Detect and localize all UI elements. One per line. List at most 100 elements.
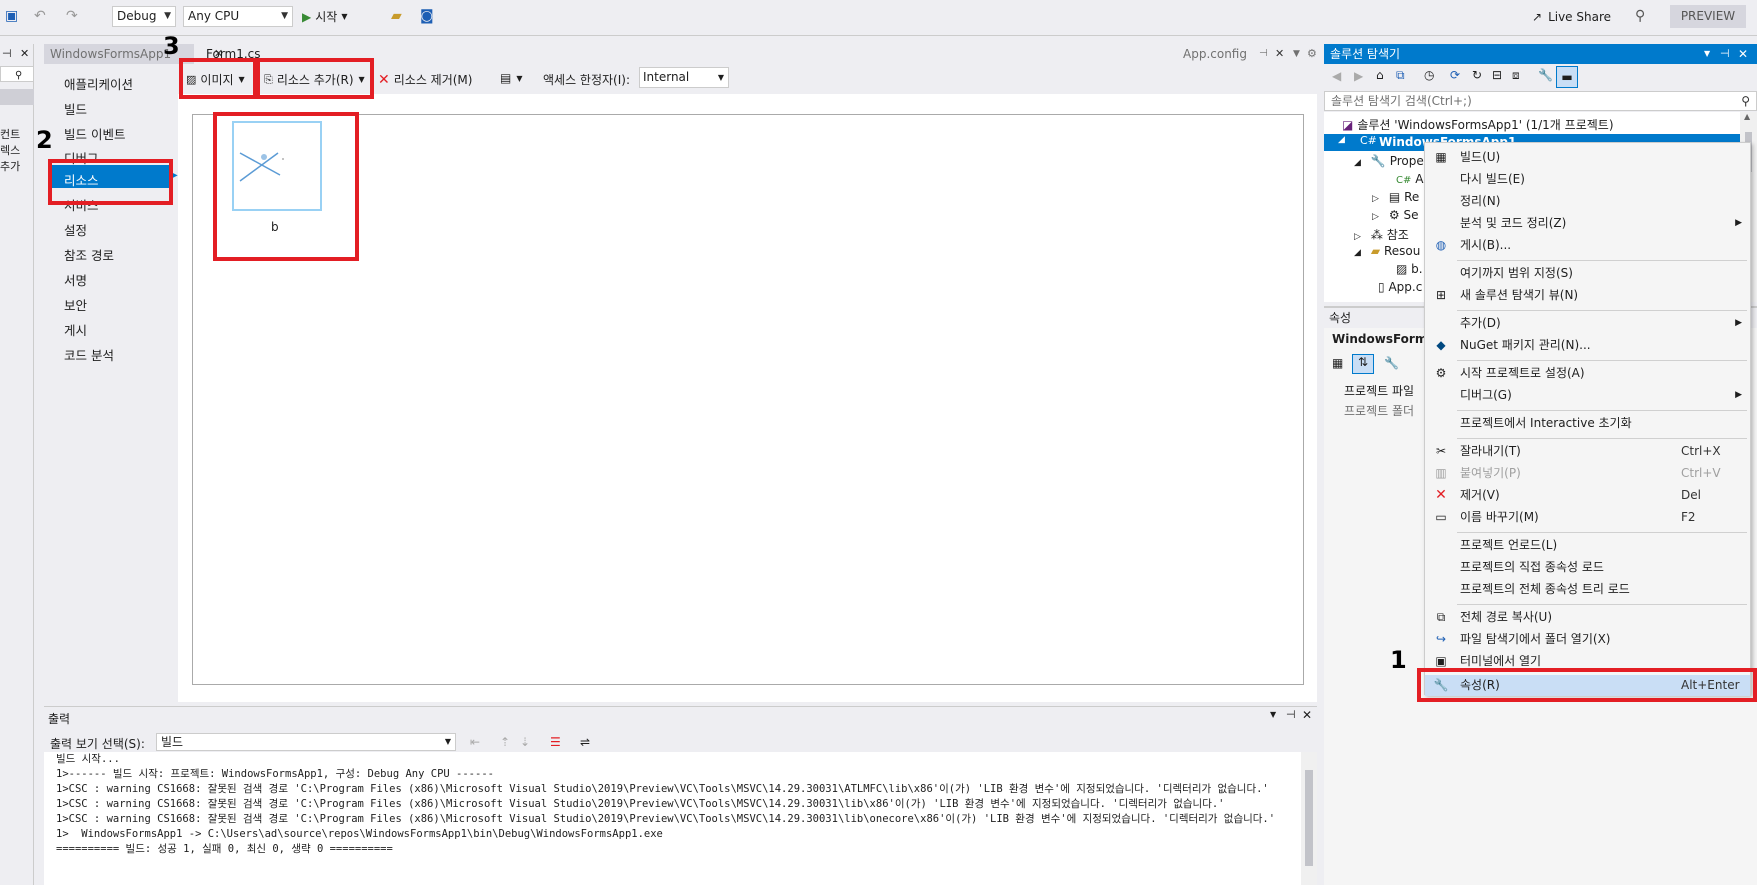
toolbox-item[interactable] (0, 89, 34, 105)
property-project-file[interactable]: 프로젝트 파일 (1344, 382, 1414, 399)
tree-assemblyinfo-node[interactable]: C# A (1396, 172, 1423, 186)
remove-resource-button[interactable]: ✕ 리소스 제거(M) (378, 71, 472, 88)
menu-label: 여기까지 범위 지정(S) (1460, 266, 1573, 280)
screenshot-icon[interactable]: ◙ (420, 8, 434, 24)
menu-item-publish[interactable]: ◍ 게시(B)... (1425, 235, 1750, 256)
access-modifier-select[interactable]: Internal ▼ (639, 67, 729, 88)
output-source-select[interactable]: 빌드 ▼ (156, 733, 456, 751)
gear-icon[interactable]: ⚙ (1307, 44, 1317, 64)
refresh-icon[interactable]: ↻ (1472, 68, 1482, 82)
start-button[interactable]: ▶ 시작 ▼ (302, 8, 347, 25)
tree-settings-node[interactable]: ▷ ⚙ Se (1372, 208, 1419, 222)
delete-icon: ✕ (378, 71, 390, 88)
gear-icon: ⚙ (1388, 208, 1400, 222)
tree-references-node[interactable]: ▷ ⁂ 참조 (1354, 226, 1409, 243)
forward-icon[interactable]: ▶ (1354, 69, 1363, 83)
menu-item-new-view[interactable]: ⊞ 새 솔루션 탐색기 뷰(N) (1425, 285, 1750, 306)
menu-item-rename[interactable]: ▭ 이름 바꾸기(M) F2 (1425, 507, 1750, 528)
tree-appconfig-file[interactable]: ▯ App.c (1378, 280, 1422, 294)
tree-solution-node[interactable]: ◪ 솔루션 'WindowsFormsApp1' (1/1개 프로젝트) (1342, 116, 1614, 133)
tab-app-config[interactable]: App.config ⊣ ✕ ▼ ⚙ (1177, 44, 1317, 64)
solution-search-input[interactable]: 솔루션 탐색기 검색(Ctrl+;) ⚲ (1324, 91, 1757, 111)
tree-properties-node[interactable]: ◢ 🔧 Prope (1354, 154, 1424, 168)
switch-views-icon[interactable]: ⧉ (1396, 68, 1405, 83)
feedback-icon[interactable]: ⚲ (1635, 8, 1645, 24)
redo-icon[interactable]: ↷ (66, 8, 78, 24)
output-text[interactable]: 빌드 시작... 1>------ 빌드 시작: 프로젝트: WindowsFor… (44, 752, 1301, 885)
menu-item-clean[interactable]: 정리(N) (1425, 191, 1750, 212)
expanded-icon: ◢ (1338, 135, 1345, 145)
clear-all-icon[interactable]: ☰ (550, 735, 561, 749)
menu-item-load-all-deps[interactable]: 프로젝트의 전체 종속성 트리 로드 (1425, 579, 1750, 600)
property-project-folder[interactable]: 프로젝트 폴더 (1344, 402, 1414, 419)
menu-item-copy-path[interactable]: ⧉ 전체 경로 복사(U) (1425, 607, 1750, 628)
scissors-icon: ✂ (1435, 444, 1447, 458)
pin-icon[interactable]: ⊣ (1259, 44, 1268, 64)
back-icon[interactable]: ◀ (1332, 69, 1341, 83)
pin-icon[interactable]: ⊣ (2, 47, 12, 60)
home-icon[interactable]: ⌂ (1376, 68, 1384, 82)
nav-item-code-analysis[interactable]: 코드 분석 (64, 345, 114, 364)
menu-item-rebuild[interactable]: 다시 빌드(E) (1425, 169, 1750, 190)
live-share-button[interactable]: ↗ Live Share (1532, 10, 1611, 24)
tree-resources-folder[interactable]: ◢ ▰ Resou (1354, 244, 1420, 258)
nav-item-reference-paths[interactable]: 참조 경로 (64, 245, 114, 264)
menu-item-remove[interactable]: ✕ 제거(V) Del (1425, 485, 1750, 506)
sync-icon[interactable]: ⟳ (1450, 68, 1460, 82)
undo-icon[interactable]: ↶ (34, 8, 46, 24)
save-all-icon[interactable]: ▣ (5, 8, 18, 24)
nav-item-application[interactable]: 애플리케이션 (64, 74, 133, 93)
config-select[interactable]: Debug ▼ (112, 6, 176, 27)
chevron-down-icon[interactable]: ▼ (1293, 44, 1300, 64)
menu-item-scope-to-this[interactable]: 여기까지 범위 지정(S) (1425, 263, 1750, 284)
toolbox-search[interactable]: ⚲ (0, 66, 34, 82)
word-wrap-icon[interactable]: ⇌ (580, 735, 590, 749)
menu-item-unload[interactable]: 프로젝트 언로드(L) (1425, 535, 1750, 556)
menu-item-interactive[interactable]: 프로젝트에서 Interactive 초기화 (1425, 413, 1750, 434)
pin-icon[interactable]: ⊣ (1720, 44, 1730, 64)
close-icon[interactable]: ✕ (1275, 44, 1284, 64)
output-scrollbar[interactable] (1301, 752, 1317, 885)
tree-resources-node[interactable]: ▷ ▤ Re (1372, 190, 1419, 204)
preview-selected-button[interactable]: ▬ (1556, 66, 1578, 88)
categorized-icon[interactable]: ▦ (1332, 356, 1343, 370)
menu-item-nuget[interactable]: ◆ NuGet 패키지 관리(N)... (1425, 335, 1750, 356)
menu-item-open-in-explorer[interactable]: ↪ 파일 탐색기에서 폴더 열기(X) (1425, 629, 1750, 650)
pin-icon[interactable]: ⊣ (1286, 708, 1296, 721)
nav-item-build[interactable]: 빌드 (64, 99, 87, 118)
menu-item-debug[interactable]: 디버그(G) ▶ (1425, 385, 1750, 406)
menu-item-build[interactable]: ▦ 빌드(U) (1425, 147, 1750, 168)
alphabetical-button[interactable]: ⇅ (1352, 354, 1374, 374)
menu-item-load-direct-deps[interactable]: 프로젝트의 직접 종속성 로드 (1425, 557, 1750, 578)
menu-item-add[interactable]: 추가(D) ▶ (1425, 313, 1750, 334)
gear-icon: ⚙ (1435, 366, 1447, 380)
close-icon[interactable]: ✕ (1302, 708, 1312, 722)
show-all-files-icon[interactable]: ⧈ (1512, 68, 1520, 83)
menu-item-analyze[interactable]: 분석 및 코드 정리(Z) ▶ (1425, 213, 1750, 234)
chevron-down-icon[interactable]: ▼ (1704, 44, 1710, 64)
wrench-icon[interactable]: 🔧 (1538, 68, 1553, 82)
tree-image-file[interactable]: ▨ b. (1396, 262, 1423, 276)
view-button[interactable]: ▤ ▼ (500, 71, 523, 85)
resource-file-icon: ▤ (1388, 190, 1401, 204)
prev-message-icon[interactable]: ⇡ (500, 735, 510, 749)
close-icon[interactable]: ✕ (1738, 44, 1748, 64)
nav-item-settings[interactable]: 설정 (64, 220, 87, 239)
folder-open-icon: ↪ (1435, 632, 1447, 646)
find-message-icon[interactable]: ⇤ (470, 735, 480, 749)
nav-item-signing[interactable]: 서명 (64, 270, 87, 289)
collapse-all-icon[interactable]: ⊟ (1492, 68, 1502, 82)
folder-icon[interactable]: ▰ (391, 8, 402, 24)
menu-item-paste[interactable]: ▥ 붙여넣기(P) Ctrl+V (1425, 463, 1750, 484)
wrench-icon[interactable]: 🔧 (1384, 356, 1399, 370)
menu-item-cut[interactable]: ✂ 잘라내기(T) Ctrl+X (1425, 441, 1750, 462)
pending-changes-icon[interactable]: ◷ (1424, 68, 1434, 82)
nav-item-build-events[interactable]: 빌드 이벤트 (64, 124, 125, 143)
nav-item-publish[interactable]: 게시 (64, 320, 87, 339)
menu-item-set-startup[interactable]: ⚙ 시작 프로젝트로 설정(A) (1425, 363, 1750, 384)
platform-select[interactable]: Any CPU ▼ (183, 6, 293, 27)
next-message-icon[interactable]: ⇣ (520, 735, 530, 749)
close-icon[interactable]: ✕ (20, 47, 29, 60)
nav-item-security[interactable]: 보안 (64, 295, 87, 314)
chevron-down-icon[interactable]: ▼ (1270, 710, 1276, 719)
